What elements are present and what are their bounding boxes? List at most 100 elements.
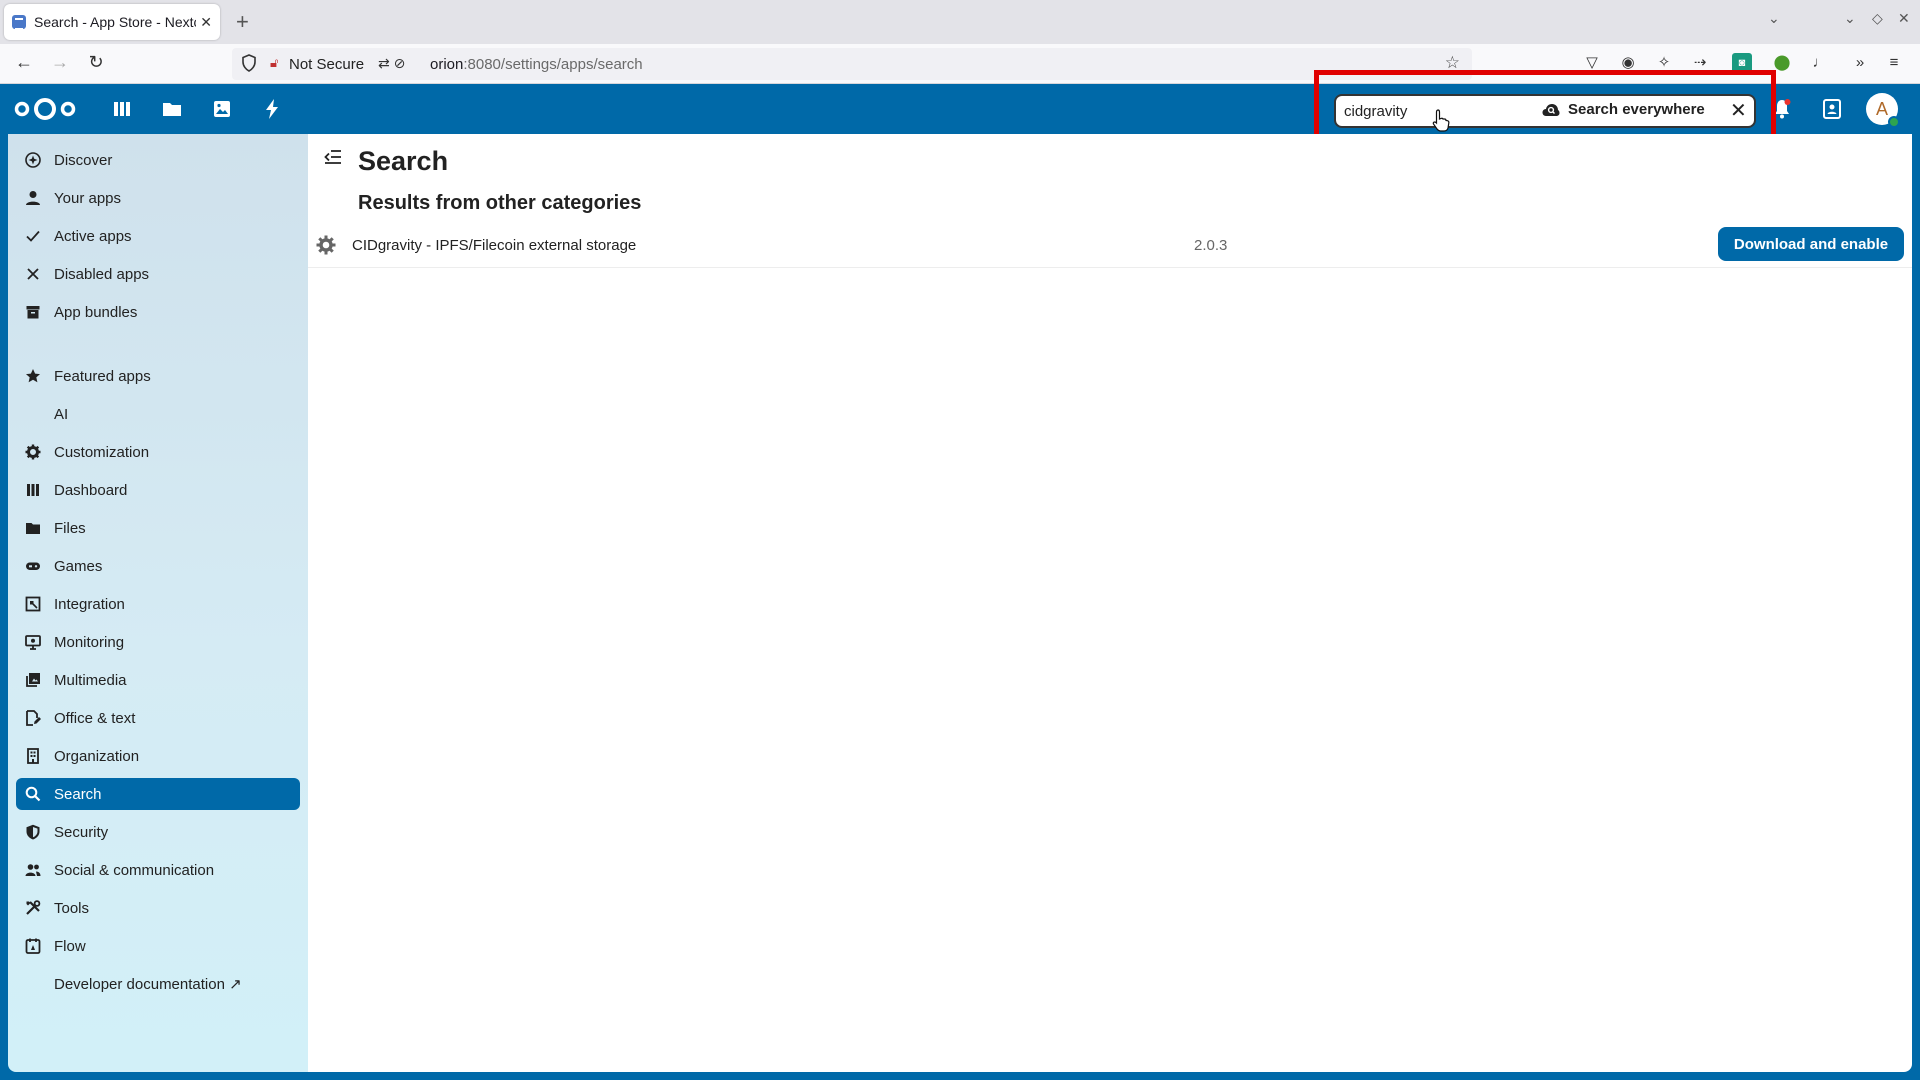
url-path: :8080/settings/apps/search [463,56,643,73]
sidebar-item-label: Integration [54,595,125,613]
people-icon [24,861,42,879]
forward-icon[interactable]: → [48,52,72,73]
section-title: Results from other categories [358,192,642,214]
overflow-menu-icon[interactable]: » [1850,53,1870,73]
app-list-row[interactable]: CIDgravity - IPFS/Filecoin external stor… [308,224,1912,268]
app-content: Search Results from other categories CID… [308,134,1912,1072]
sidebar-item-tools[interactable]: Tools [16,892,300,924]
tools-icon [24,899,42,917]
sidebar-item-multimedia[interactable]: Multimedia [16,664,300,696]
sidebar-item-games[interactable]: Games [16,550,300,582]
sidebar-item-ai[interactable]: AI [16,398,300,430]
sidebar-item-discover[interactable]: Discover [16,144,300,176]
sidebar-item-active-apps[interactable]: Active apps [16,220,300,252]
sidebar-item-featured-apps[interactable]: Featured apps [16,360,300,392]
url-bar[interactable]: 🔓︎ Not Secure ⇄ ⊘ orion:8080/settings/ap… [232,48,1472,80]
shield-icon[interactable] [242,54,256,72]
sidebar-item-developer-documentation[interactable]: Developer documentation ↗ [16,968,300,1000]
activity-app-icon[interactable] [260,97,284,121]
organization-icon [24,747,42,765]
close-icon [24,265,42,283]
sidebar-item-label: Discover [54,151,113,169]
star-icon [24,367,42,385]
sidebar-item-label: AI [54,405,69,423]
sidebar-item-disabled-apps[interactable]: Disabled apps [16,258,300,290]
window-restore-icon[interactable]: ◇ [1872,10,1883,27]
sidebar-item-flow[interactable]: Flow [16,930,300,962]
sidebar-item-files[interactable]: Files [16,512,300,544]
sidebar-item-label: Customization [54,443,150,461]
music-icon[interactable]: ♩ [1810,53,1830,73]
folder-icon [24,519,42,537]
reload-icon[interactable]: ↻ [84,52,108,73]
dashboard-icon [24,481,42,499]
list-all-tabs-icon[interactable]: ⌄ [1768,10,1780,27]
sidebar-item-integration[interactable]: Integration [16,588,300,620]
toggle-navigation-icon[interactable] [324,150,342,164]
sidebar-item-label: Monitoring [54,633,125,651]
flow-icon [24,937,42,955]
download-and-enable-button[interactable]: Download and enable [1718,227,1904,261]
url-host: orion [430,56,464,73]
new-tab-button[interactable]: + [236,9,249,35]
sidebar-item-social-communication[interactable]: Social & communication [16,854,300,886]
sidebar-item-label: Tools [54,899,90,917]
sidebar-item-label: Active apps [54,227,132,245]
hamburger-menu-icon[interactable]: ≡ [1884,53,1904,73]
sidebar-item-label: Disabled apps [54,265,150,283]
multimedia-icon [24,671,42,689]
archive-icon [24,303,42,321]
sidebar-item-organization[interactable]: Organization [16,740,300,772]
gamepad-icon [24,557,42,575]
browser-tab-bar: Search - App Store - Nextcl ✕ + ⌄ ⌄ ◇ ✕ [0,0,1920,44]
sidebar-item-label: Office & text [54,709,136,727]
url-text[interactable]: orion:8080/settings/apps/search [430,56,643,73]
sidebar-item-label: Developer documentation ↗ [54,976,242,993]
back-icon[interactable]: ← [12,52,36,73]
sidebar-item-dashboard[interactable]: Dashboard [16,474,300,506]
online-status-dot [1888,116,1900,128]
not-secure-label[interactable]: Not Secure [289,56,364,73]
browser-tab[interactable]: Search - App Store - Nextcl ✕ [4,4,220,40]
app-navigation-sidebar: Discover Your apps Active apps Disabled … [8,134,308,1072]
app-store-favicon-icon [12,15,26,30]
document-edit-icon [24,709,42,727]
sidebar-item-label: Flow [54,937,86,955]
page-title: Search [358,146,449,176]
insecure-lock-icon[interactable]: 🔓︎ [270,55,278,71]
contacts-menu-icon[interactable] [1820,97,1844,121]
sidebar-item-label: Organization [54,747,140,765]
sidebar-item-security[interactable]: Security [16,816,300,848]
sidebar-item-label: Social & communication [54,861,215,879]
app-name[interactable]: CIDgravity - IPFS/Filecoin external stor… [352,237,636,254]
window-minimize-icon[interactable]: ⌄ [1844,10,1856,27]
shield-icon [24,823,42,841]
sidebar-item-monitoring[interactable]: Monitoring [16,626,300,658]
tab-close-icon[interactable]: ✕ [200,14,212,31]
sidebar-item-label: App bundles [54,303,138,321]
nextcloud-logo-icon[interactable] [14,96,76,122]
files-app-icon[interactable] [160,97,184,121]
monitor-icon [24,633,42,651]
sidebar-item-label: Files [54,519,86,537]
window-close-icon[interactable]: ✕ [1898,10,1910,27]
dashboard-app-icon[interactable] [110,97,134,121]
sidebar-item-label: Featured apps [54,367,151,385]
sidebar-item-app-bundles[interactable]: App bundles [16,296,300,328]
cog-icon [24,443,42,461]
sidebar-item-search[interactable]: Search [16,778,300,810]
app-version: 2.0.3 [1194,237,1228,254]
sidebar-item-customization[interactable]: Customization [16,436,300,468]
user-icon [24,189,42,207]
integration-icon [24,595,42,613]
sidebar-item-your-apps[interactable]: Your apps [16,182,300,214]
tab-title: Search - App Store - Nextcl [34,14,197,30]
search-icon [24,785,42,803]
sidebar-item-label: Multimedia [54,671,127,689]
sidebar-item-office-text[interactable]: Office & text [16,702,300,734]
photos-app-icon[interactable] [210,97,234,121]
app-cog-icon [316,235,336,255]
sidebar-item-label: Security [54,823,109,841]
sidebar-item-label: Games [54,557,103,575]
permissions-icon[interactable]: ⇄ ⊘ [378,55,405,72]
